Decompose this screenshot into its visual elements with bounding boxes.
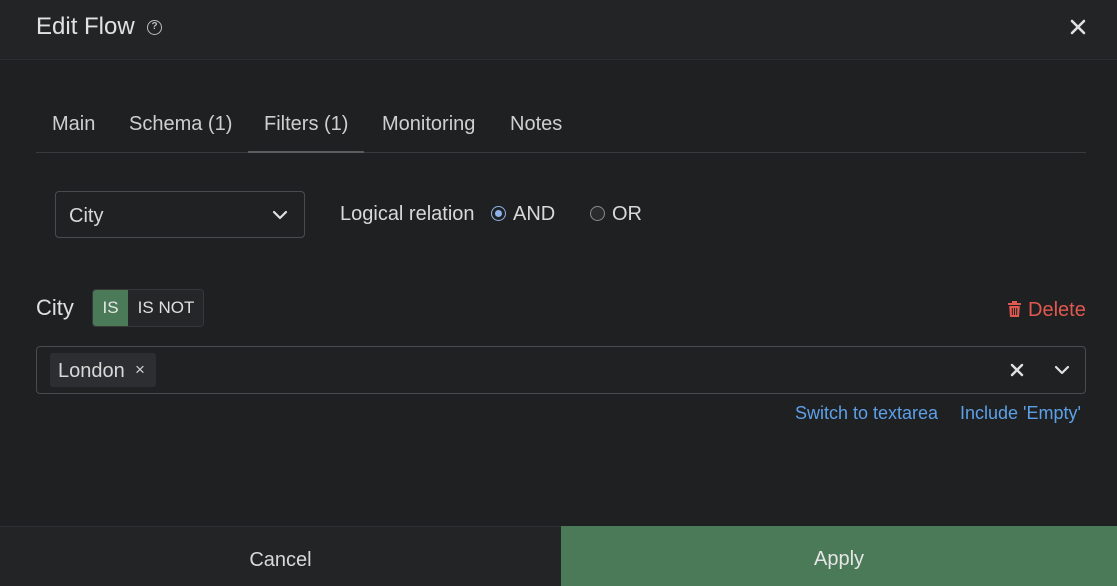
tab-bar: Main Schema (1) Filters (1) Monitoring N… xyxy=(36,96,1086,153)
tab-main[interactable]: Main xyxy=(52,113,95,153)
trash-icon xyxy=(1008,301,1021,317)
cancel-button[interactable]: Cancel xyxy=(0,526,561,586)
field-select[interactable]: City xyxy=(55,191,305,238)
value-chip: London × xyxy=(50,353,156,387)
apply-button[interactable]: Apply xyxy=(561,526,1117,586)
filter-field-label: City xyxy=(36,295,74,320)
delete-label: Delete xyxy=(1028,299,1086,321)
tab-monitoring[interactable]: Monitoring xyxy=(382,113,475,153)
values-input[interactable]: London × xyxy=(36,346,1086,394)
radio-or[interactable] xyxy=(590,206,605,221)
operator-toggle: IS IS NOT xyxy=(92,289,204,327)
radio-and[interactable] xyxy=(491,206,506,221)
switch-to-textarea-link[interactable]: Switch to textarea xyxy=(795,403,938,424)
value-chip-label: London xyxy=(58,360,125,382)
dialog-header: Edit Flow ? xyxy=(0,0,1117,60)
radio-and-label[interactable]: AND xyxy=(513,203,555,226)
chevron-down-icon[interactable] xyxy=(1053,362,1071,378)
tab-filters[interactable]: Filters (1) xyxy=(248,113,364,153)
tab-schema[interactable]: Schema (1) xyxy=(129,113,232,153)
chevron-down-icon xyxy=(272,210,288,220)
logical-relation-label: Logical relation xyxy=(340,203,475,225)
operator-is-button[interactable]: IS xyxy=(93,290,128,326)
dialog-footer: Cancel Apply xyxy=(0,526,1117,586)
include-empty-link[interactable]: Include 'Empty' xyxy=(960,403,1081,424)
clear-icon[interactable] xyxy=(1008,361,1026,379)
operator-is-not-button[interactable]: IS NOT xyxy=(128,290,203,326)
field-select-value: City xyxy=(69,205,104,227)
help-icon[interactable]: ? xyxy=(147,20,162,35)
chip-remove-icon[interactable]: × xyxy=(135,360,145,380)
dialog-title: Edit Flow xyxy=(36,13,135,40)
close-icon[interactable] xyxy=(1066,15,1090,39)
tab-notes[interactable]: Notes xyxy=(510,113,562,153)
radio-or-label[interactable]: OR xyxy=(612,203,642,226)
